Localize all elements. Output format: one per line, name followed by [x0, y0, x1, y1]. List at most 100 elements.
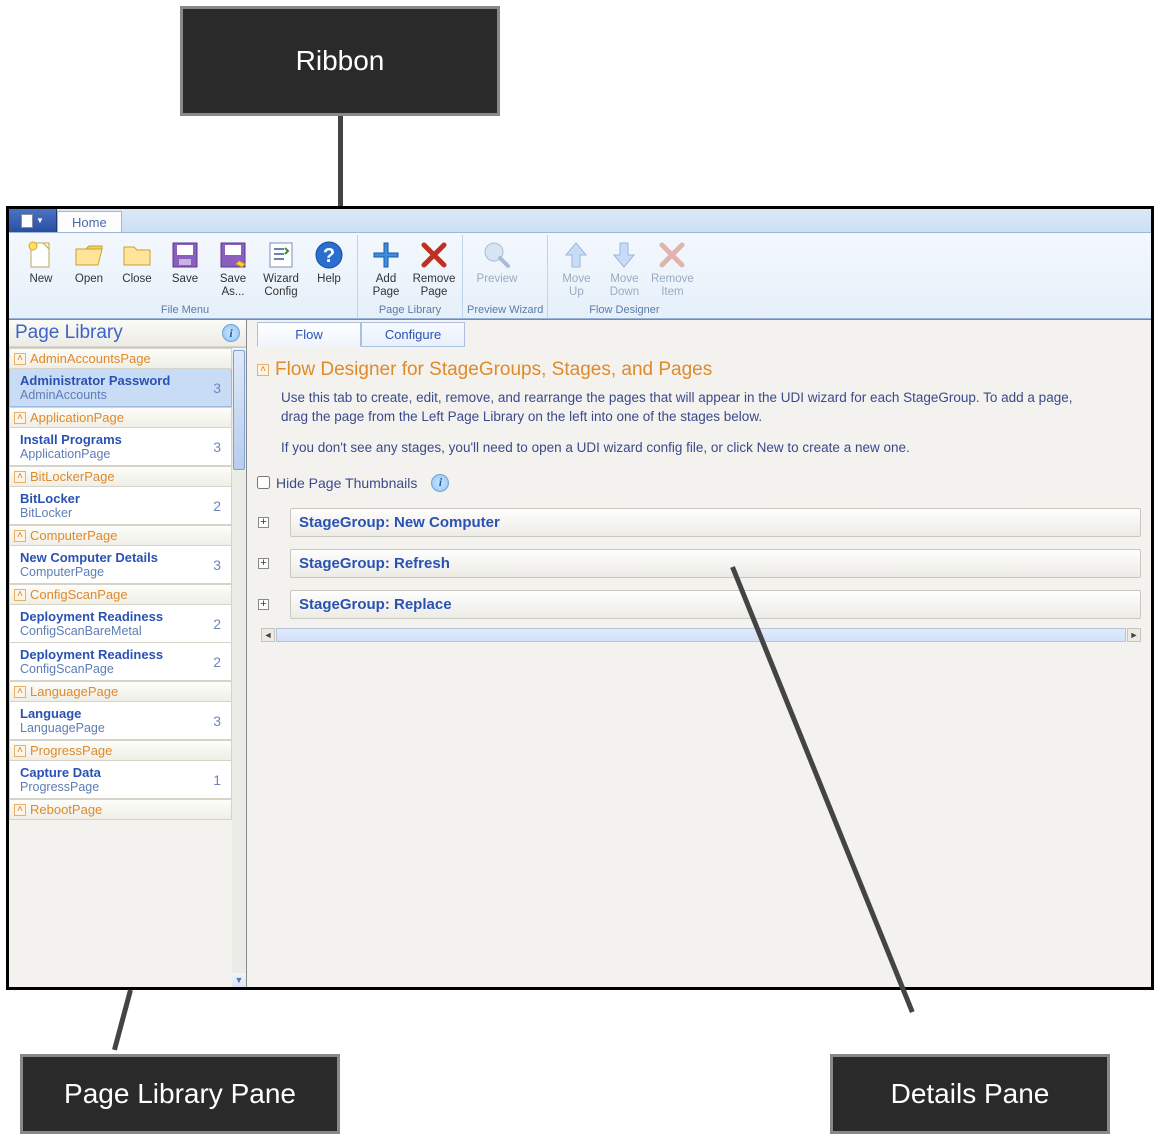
x-icon	[418, 239, 450, 271]
page-library-group-header[interactable]: ˄ConfigScanPage	[9, 584, 232, 605]
expand-icon[interactable]: +	[258, 517, 269, 528]
stage-group-row[interactable]: StageGroup: Refresh	[290, 549, 1141, 578]
stage-group-row[interactable]: StageGroup: Replace	[290, 590, 1141, 619]
expand-icon[interactable]: +	[258, 558, 269, 569]
item-subtitle: LanguagePage	[20, 721, 105, 735]
hide-thumbnails-checkbox[interactable]	[257, 476, 270, 489]
group-name: ProgressPage	[30, 743, 112, 758]
page-library-item[interactable]: Install ProgramsApplicationPage3	[9, 428, 232, 466]
horizontal-scrollbar[interactable]: ◄ ►	[261, 627, 1141, 643]
page-library-item[interactable]: BitLockerBitLocker2	[9, 487, 232, 525]
page-library-group-header[interactable]: ˄ComputerPage	[9, 525, 232, 546]
item-title: Language	[20, 706, 105, 721]
page-library-header: Page Library i	[9, 320, 246, 347]
info-icon[interactable]: i	[222, 324, 240, 342]
item-count: 3	[213, 439, 223, 455]
chevron-up-icon: ˄	[14, 353, 26, 365]
move-up-button[interactable]: Move Up	[552, 235, 600, 303]
wizard-config-button[interactable]: Wizard Config	[257, 235, 305, 303]
ribbon-group-preview-wizard: Preview Preview Wizard	[463, 235, 548, 318]
preview-button[interactable]: Preview	[467, 235, 527, 303]
item-count: 2	[213, 616, 223, 632]
preview-icon	[481, 239, 513, 271]
add-page-button[interactable]: Add Page	[362, 235, 410, 303]
chevron-up-icon[interactable]: ˄	[257, 364, 269, 376]
annotation-page-library-pane: Page Library Pane	[20, 1054, 340, 1134]
chevron-down-icon: ▼	[36, 216, 44, 225]
item-title: Install Programs	[20, 432, 122, 447]
page-library-item[interactable]: Deployment ReadinessConfigScanPage2	[9, 643, 232, 681]
ribbon-group-label: File Menu	[17, 303, 353, 318]
page-library-item[interactable]: Capture DataProgressPage1	[9, 761, 232, 799]
folder-icon	[121, 239, 153, 271]
close-button[interactable]: Close	[113, 235, 161, 303]
page-library-item[interactable]: LanguageLanguagePage3	[9, 702, 232, 740]
stage-group-label: StageGroup: Replace	[299, 596, 452, 613]
tab-flow[interactable]: Flow	[257, 322, 361, 347]
group-name: BitLockerPage	[30, 469, 115, 484]
page-library-item[interactable]: Deployment ReadinessConfigScanBareMetal2	[9, 605, 232, 643]
page-library-pane: Page Library i ˄ AdminAccountsPage Adminis…	[9, 319, 247, 987]
group-name: LanguagePage	[30, 684, 118, 699]
remove-page-button[interactable]: Remove Page	[410, 235, 458, 303]
chevron-up-icon: ˄	[14, 471, 26, 483]
annotation-ribbon: Ribbon	[180, 6, 500, 116]
page-library-item[interactable]: Administrator PasswordAdminAccounts3	[9, 369, 232, 407]
scroll-track[interactable]	[276, 628, 1126, 642]
item-title: Deployment Readiness	[20, 647, 163, 662]
scroll-right-icon[interactable]: ►	[1127, 628, 1141, 642]
group-name: AdminAccountsPage	[30, 351, 151, 366]
label: Save As...	[210, 273, 256, 298]
details-body: ˄ Flow Designer for StageGroups, Stages,…	[247, 347, 1151, 643]
item-title: New Computer Details	[20, 550, 158, 565]
page-library-group-header[interactable]: ˄ AdminAccountsPage	[9, 348, 232, 369]
new-icon	[25, 239, 57, 271]
save-button[interactable]: Save	[161, 235, 209, 303]
ribbon-group-page-library: Add Page Remove Page Page Library	[358, 235, 463, 318]
item-title: BitLocker	[20, 491, 80, 506]
label: Move Down	[601, 273, 647, 298]
stage-group-label: StageGroup: Refresh	[299, 555, 450, 572]
title-tab-strip: ▼ Home	[9, 209, 1151, 233]
annotation-details-pane: Details Pane	[830, 1054, 1110, 1134]
item-title: Deployment Readiness	[20, 609, 163, 624]
open-button[interactable]: Open	[65, 235, 113, 303]
details-pane: Flow Configure ˄ Flow Designer for Stage…	[247, 319, 1151, 987]
item-count: 3	[213, 380, 223, 396]
stage-group-row[interactable]: StageGroup: New Computer	[290, 508, 1141, 537]
label: Preview	[477, 273, 518, 286]
tab-home[interactable]: Home	[57, 211, 122, 232]
group-name: ComputerPage	[30, 528, 117, 543]
help-button[interactable]: ? Help	[305, 235, 353, 303]
page-library-item[interactable]: New Computer DetailsComputerPage3	[9, 546, 232, 584]
app-menu-button[interactable]: ▼	[9, 209, 57, 232]
page-library-group-header[interactable]: ˄ApplicationPage	[9, 407, 232, 428]
new-button[interactable]: New	[17, 235, 65, 303]
tab-configure[interactable]: Configure	[361, 322, 465, 347]
scrollbar[interactable]: ▲ ▼	[232, 348, 246, 987]
item-count: 2	[213, 498, 223, 514]
chevron-up-icon: ˄	[14, 412, 26, 424]
page-library-title: Page Library	[15, 322, 123, 344]
chevron-up-icon: ˄	[14, 745, 26, 757]
label: Remove Item	[649, 273, 695, 298]
label: Open	[75, 273, 103, 286]
page-library-group-header[interactable]: ˄ ProgressPage	[9, 740, 232, 761]
scroll-thumb[interactable]	[233, 350, 245, 470]
scroll-left-icon[interactable]: ◄	[261, 628, 275, 642]
move-down-button[interactable]: Move Down	[600, 235, 648, 303]
scroll-down-icon[interactable]: ▼	[232, 973, 246, 987]
expand-icon[interactable]: +	[258, 599, 269, 610]
flow-description: Use this tab to create, edit, remove, an…	[281, 389, 1101, 427]
info-icon[interactable]: i	[431, 474, 449, 492]
hide-thumbnails-label: Hide Page Thumbnails	[276, 475, 417, 491]
remove-item-button[interactable]: Remove Item	[648, 235, 696, 303]
page-library-group-header[interactable]: ˄RebootPage	[9, 799, 232, 820]
page-library-group-header[interactable]: ˄LanguagePage	[9, 681, 232, 702]
item-title: Capture Data	[20, 765, 101, 780]
label: Help	[317, 273, 341, 286]
ribbon-group-file-menu: New Open Close	[13, 235, 358, 318]
folder-open-icon	[73, 239, 105, 271]
save-as-button[interactable]: Save As...	[209, 235, 257, 303]
page-library-group-header[interactable]: ˄ BitLockerPage	[9, 466, 232, 487]
